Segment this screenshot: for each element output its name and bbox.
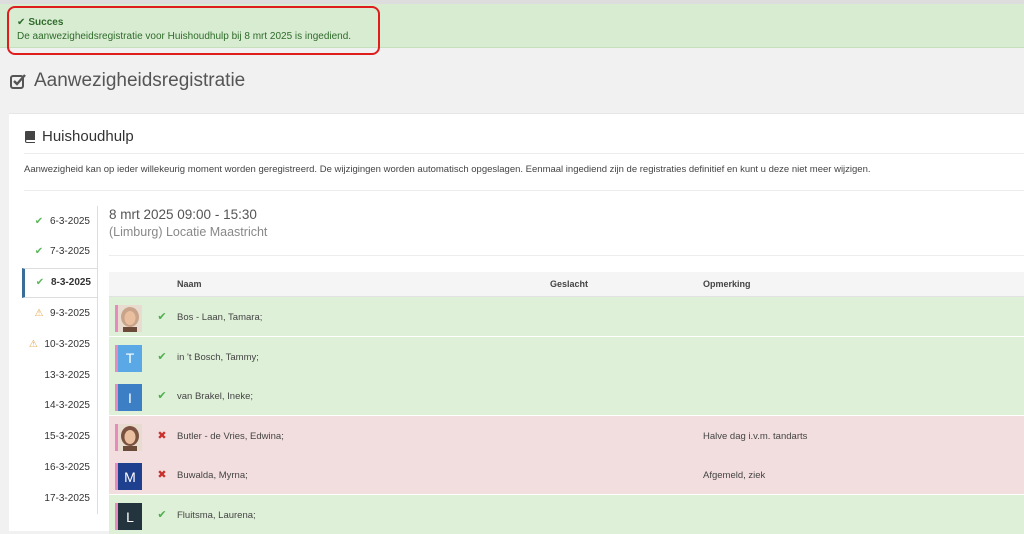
check-icon: ✔ — [34, 215, 44, 227]
divider — [24, 153, 1024, 154]
page-title: Aanwezigheidsregistratie — [10, 70, 245, 92]
checkbox-checked-icon — [10, 74, 26, 89]
card-title: Huishoudhulp — [24, 128, 134, 145]
date-label: 6-3-2025 — [49, 215, 90, 227]
check-icon: ✔ — [35, 277, 45, 289]
date-list-border — [97, 206, 98, 514]
page-title-text: Aanwezigheidsregistratie — [34, 70, 246, 91]
date-label: 17-3-2025 — [44, 492, 90, 504]
column-header-name: Naam — [177, 279, 202, 289]
table-row[interactable]: ✖ Butler - de Vries, Edwina; Halve dag i.v… — [109, 415, 1024, 455]
participant-name: Buwalda, Myrna; — [177, 470, 248, 482]
avatar: L — [115, 503, 142, 530]
table-row[interactable]: L ✔ Fluitsma, Laurena; — [109, 495, 1024, 534]
table-row[interactable]: M ✖ Buwalda, Myrna; Afgemeld, ziek — [109, 455, 1024, 495]
avatar — [115, 423, 142, 451]
date-label: 8-3-2025 — [50, 277, 91, 289]
participant-name: Bos - Laan, Tamara; — [177, 312, 263, 323]
avatar: M — [115, 463, 142, 491]
date-item[interactable]: ✔ 7-3-2025 — [22, 237, 97, 267]
check-icon[interactable]: ✔ — [156, 389, 168, 402]
book-icon — [25, 131, 35, 143]
date-item[interactable]: 15-3-2025 — [22, 422, 97, 452]
avatar-initial: L — [126, 508, 134, 525]
participant-name: van Brakel, Ineke; — [177, 391, 254, 403]
date-item[interactable]: ⚠ 10-3-2025 — [22, 329, 97, 359]
session-location: (Limburg) Locatie Maastricht — [109, 225, 268, 239]
date-item[interactable]: ✔ 6-3-2025 — [22, 206, 97, 236]
remark-text[interactable]: Halve dag i.v.m. tandarts — [703, 431, 807, 442]
check-icon[interactable]: ✔ — [156, 508, 168, 521]
date-label: 7-3-2025 — [49, 246, 90, 258]
avatar — [115, 305, 142, 332]
warning-icon: ⚠ — [28, 338, 38, 350]
date-item[interactable]: 13-3-2025 — [22, 360, 97, 390]
date-label: 16-3-2025 — [44, 461, 90, 473]
avatar-initial: M — [124, 468, 136, 485]
participant-name: Fluitsma, Laurena; — [177, 510, 256, 521]
alert-highlight — [7, 6, 380, 55]
divider — [109, 255, 1024, 256]
warning-icon: ⚠ — [34, 307, 44, 319]
avatar-photo — [118, 305, 142, 332]
table-row[interactable]: T ✔ in 't Bosch, Tammy; — [109, 336, 1024, 376]
date-item[interactable]: 16-3-2025 — [22, 452, 97, 482]
date-label: 10-3-2025 — [44, 338, 90, 350]
avatar-initial: T — [125, 350, 135, 367]
participant-name: Butler - de Vries, Edwina; — [177, 430, 284, 442]
date-label: 9-3-2025 — [49, 307, 90, 319]
card-title-text: Huishoudhulp — [42, 128, 134, 145]
cross-icon[interactable]: ✖ — [156, 468, 168, 481]
check-icon[interactable]: ✔ — [156, 350, 168, 363]
date-item[interactable]: 17-3-2025 — [22, 483, 97, 513]
avatar: T — [115, 344, 142, 372]
cross-icon[interactable]: ✖ — [156, 429, 168, 442]
divider — [24, 190, 1024, 191]
date-item[interactable]: 14-3-2025 — [22, 391, 97, 421]
date-item[interactable]: ✔ 8-3-2025 — [22, 267, 98, 298]
course-card: Huishoudhulp Aanwezigheid kan op ieder w… — [9, 113, 1024, 534]
date-label: 14-3-2025 — [44, 400, 90, 412]
column-header-gender: Geslacht — [550, 279, 589, 289]
date-label: 13-3-2025 — [44, 369, 90, 381]
table-row[interactable]: ✔ Bos - Laan, Tamara; — [109, 297, 1024, 336]
check-icon: ✔ — [34, 246, 44, 258]
card-description: Aanwezigheid kan op ieder willekeurig mo… — [24, 164, 871, 175]
avatar: I — [115, 384, 142, 412]
avatar-photo — [118, 423, 142, 451]
participant-name: in 't Bosch, Tammy; — [177, 351, 259, 363]
column-header-remark: Opmerking — [703, 279, 751, 289]
avatar-initial: I — [128, 389, 132, 406]
remark-text[interactable]: Afgemeld, ziek — [703, 470, 765, 481]
session-time: 8 mrt 2025 09:00 - 15:30 — [109, 207, 257, 222]
table-header: Naam Geslacht Opmerking — [109, 272, 1024, 297]
table-row[interactable]: I ✔ van Brakel, Ineke; — [109, 376, 1024, 416]
date-label: 15-3-2025 — [44, 431, 90, 443]
date-item[interactable]: ⚠ 9-3-2025 — [22, 298, 97, 328]
check-icon[interactable]: ✔ — [156, 310, 168, 323]
